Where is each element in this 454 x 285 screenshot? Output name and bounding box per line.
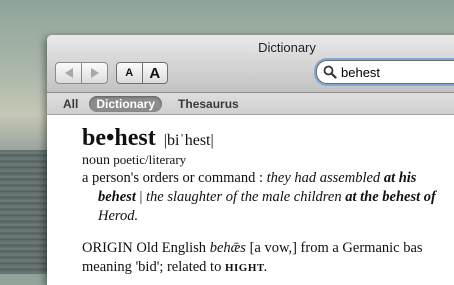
example-1-part-c: behest	[98, 189, 136, 205]
font-larger-button[interactable]: A	[141, 63, 168, 83]
register-label: poetic/literary	[113, 152, 187, 167]
definition-line-3: Herod.	[82, 207, 454, 226]
tab-dictionary[interactable]: Dictionary	[89, 95, 163, 112]
origin-line-1: ORIGIN Old English behǣs [a vow,] from a…	[82, 239, 454, 258]
origin-line-2: meaning 'bid'; related to HIGHT.	[82, 258, 454, 278]
entry-content: be•hest |biˈhest| noun poetic/literary a…	[47, 115, 454, 278]
origin-text: Old English	[132, 240, 210, 256]
forward-button[interactable]	[81, 63, 107, 83]
source-tabs: All Dictionary Thesaurus	[47, 93, 454, 115]
example-1-part-a: they had assembled	[266, 170, 384, 186]
font-size-buttons: A A	[116, 62, 168, 84]
search-input[interactable]	[337, 63, 454, 81]
example-separator: |	[135, 189, 147, 205]
origin-label: ORIGIN	[82, 240, 133, 256]
definition: a person's orders or command : they had …	[82, 169, 454, 226]
tab-thesaurus[interactable]: Thesaurus	[171, 96, 246, 112]
back-arrow-icon	[64, 68, 73, 78]
origin-text-2: [a vow,] from a Germanic bas	[245, 240, 423, 256]
headword-line: be•hest |biˈhest|	[82, 125, 454, 151]
pronunciation: |biˈhest|	[163, 132, 214, 149]
definition-line-2: behest | the slaughter of the male child…	[82, 188, 454, 207]
font-smaller-button[interactable]: A	[117, 63, 142, 83]
example-2-part-a: the slaughter of the male children	[146, 189, 346, 205]
example-2-part-c: Herod.	[98, 208, 139, 224]
part-of-speech-line: noun poetic/literary	[82, 152, 454, 169]
forward-arrow-icon	[90, 68, 99, 78]
gloss-bid: 'bid'	[135, 259, 160, 275]
tab-all[interactable]: All	[57, 96, 80, 112]
definition-text: a person's orders or command :	[82, 170, 267, 186]
etymon: behǣs	[209, 240, 246, 256]
dictionary-window: Dictionary A A All Dictionary Thesaurus	[47, 35, 454, 285]
example-2-part-b: at the behest of	[345, 189, 436, 205]
search-field[interactable]	[316, 60, 454, 84]
titlebar: Dictionary A A	[47, 35, 454, 93]
example-1-part-b: at his	[383, 170, 417, 186]
cross-reference-link[interactable]: HIGHT.	[225, 262, 267, 274]
origin-text-4: ; related to	[159, 259, 225, 275]
navigation-buttons	[55, 62, 108, 84]
window-title: Dictionary	[258, 40, 316, 55]
magnifier-icon	[323, 65, 337, 79]
headword: be•hest	[82, 125, 156, 151]
back-button[interactable]	[56, 63, 81, 83]
origin-section: ORIGIN Old English behǣs [a vow,] from a…	[82, 239, 454, 278]
part-of-speech: noun	[82, 153, 110, 168]
definition-line-1: a person's orders or command : they had …	[82, 169, 454, 188]
origin-text-3: meaning	[82, 259, 136, 275]
